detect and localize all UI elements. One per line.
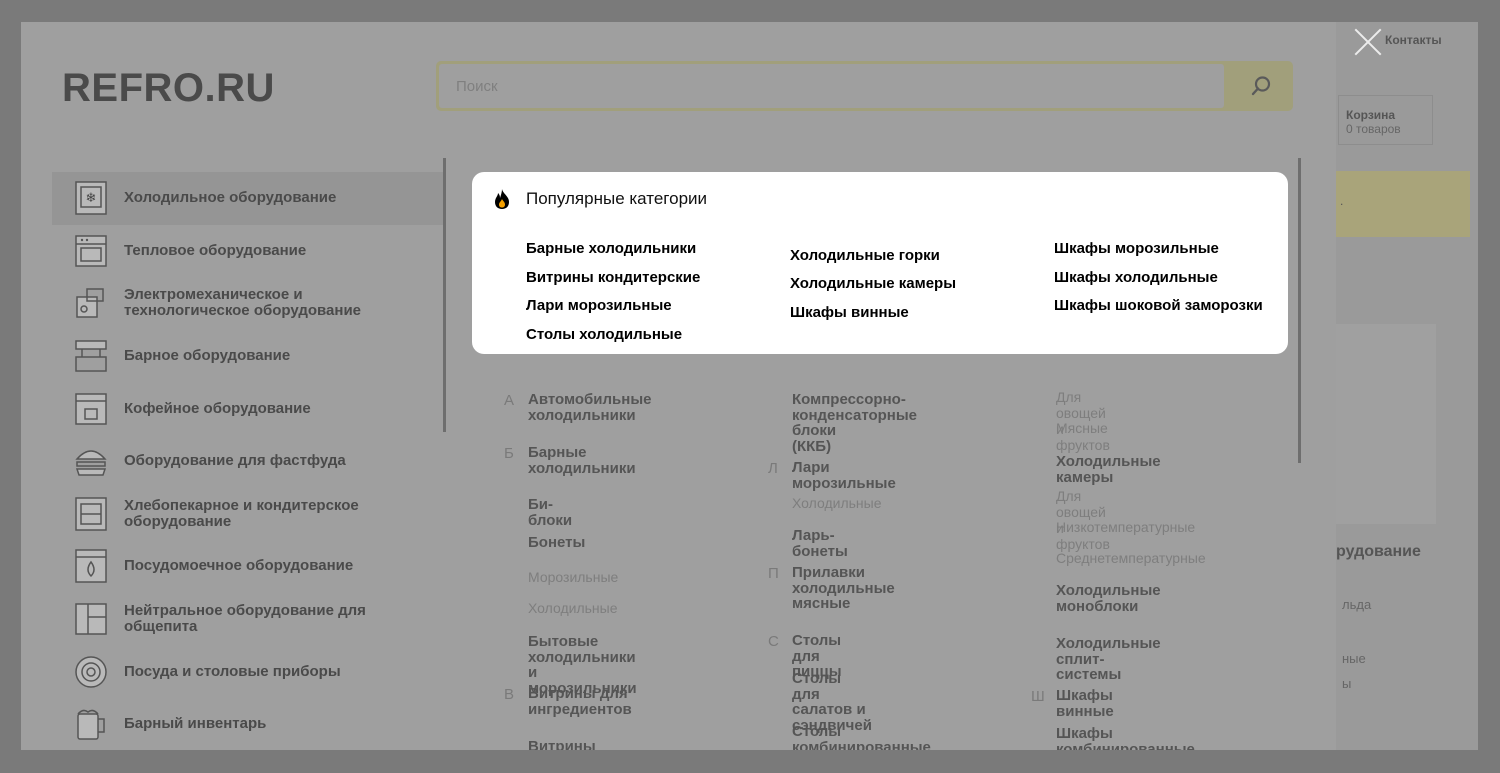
catalog-link[interactable]: Шкафы комбинированные (1056, 726, 1195, 750)
popular-category-link[interactable]: Холодильные горки (790, 247, 940, 264)
search-icon (1251, 76, 1271, 96)
sidebar-item-label: Барный инвентарь (124, 715, 267, 733)
catalog-link[interactable]: Барные холодильники (528, 445, 636, 476)
sidebar-item-label: Оборудование для фастфуда (124, 452, 346, 470)
banner-dot: . (1340, 194, 1344, 208)
popular-category-link[interactable]: Столы холодильные (526, 326, 682, 343)
catalog-link[interactable]: Би-блоки (528, 497, 572, 528)
site-logo[interactable]: REFRO.RU (62, 66, 275, 111)
background-product-card (1336, 324, 1436, 524)
background-link: льда (1342, 597, 1372, 612)
sidebar-item-label: Холодильное оборудование (124, 189, 337, 207)
sidebar-item-label: Барное оборудование (124, 347, 291, 365)
catalog-modal: REFRO.RU ❄ Холодильное оборудование (21, 22, 1336, 750)
sidebar-scrollbar[interactable] (443, 158, 446, 432)
sidebar-item-fastfood[interactable]: Оборудование для фастфуда (52, 435, 444, 488)
sidebar-item-tableware[interactable]: Посуда и столовые приборы (52, 645, 444, 698)
letter-index: А (504, 392, 515, 409)
background-link: ные (1342, 651, 1366, 666)
beer-mug-icon (77, 709, 105, 740)
close-modal-button[interactable] (1352, 26, 1384, 58)
sidebar-item-bakery[interactable]: Хлебопекарное и кондитерское оборудовани… (52, 488, 444, 541)
popular-category-link[interactable]: Витрины кондитерские (526, 269, 700, 286)
popular-category-link[interactable]: Барные холодильники (526, 240, 696, 257)
catalog-sublink[interactable]: Мясные (1056, 420, 1108, 436)
sidebar-item-label: Кофейное оборудование (124, 399, 311, 417)
catalog-link[interactable]: Автомобильные холодильники (528, 392, 651, 423)
dishwasher-icon (75, 549, 107, 584)
contacts-link[interactable]: Контакты (1385, 33, 1442, 47)
background-link: ы (1342, 676, 1352, 691)
catalog-link[interactable]: Бонеты (528, 535, 585, 551)
popular-category-link[interactable]: Шкафы винные (790, 304, 909, 321)
sidebar-item-bar-inventory[interactable]: Барный инвентарь (52, 698, 444, 750)
catalog-sublink[interactable]: Морозильные (528, 569, 618, 585)
oven-icon (75, 235, 107, 267)
search-input[interactable] (439, 64, 1224, 108)
catalog-link[interactable]: Витрины для ингредиентов (528, 686, 632, 717)
catalog-link[interactable]: Витрины кондитерские (528, 739, 631, 750)
popular-category-link[interactable]: Лари морозильные (526, 297, 672, 314)
bakery-oven-icon (75, 497, 107, 531)
search-button[interactable] (1236, 67, 1286, 105)
sidebar-item-electromechanical[interactable]: Электромеханическое и технологическое об… (52, 277, 444, 330)
sidebar-item-label: Электромеханическое и технологическое об… (124, 286, 362, 320)
catalog-link[interactable]: Столы комбинированные (792, 724, 931, 750)
sidebar-item-bar[interactable]: Барное оборудование (52, 330, 444, 383)
catalog-link[interactable]: Прилавки холодильные мясные (792, 565, 895, 612)
plate-icon (75, 655, 107, 688)
catalog-link[interactable]: Компрессорно- конденсаторные блоки (ККБ) (792, 392, 917, 454)
popular-category-link[interactable]: Холодильные камеры (790, 275, 956, 292)
burger-icon (75, 450, 107, 477)
category-sidebar: ❄ Холодильное оборудование Тепловое обор… (52, 172, 444, 750)
sidebar-item-label: Хлебопекарное и кондитерское оборудовани… (124, 496, 359, 530)
meat-grinder-icon (76, 288, 104, 319)
neutral-cabinet-icon (75, 603, 107, 635)
sidebar-item-label: Посуда и столовые приборы (124, 662, 341, 680)
cart-widget[interactable]: Корзина 0 товаров (1338, 95, 1433, 145)
catalog-link[interactable]: Холодильные камеры (1056, 454, 1161, 485)
fire-icon (495, 189, 509, 209)
popular-categories-title: Популярные категории (526, 189, 708, 208)
background-banner (1336, 171, 1470, 237)
catalog-sublink[interactable]: Холодильные (792, 495, 882, 511)
catalog-scrollbar[interactable] (1298, 158, 1301, 463)
catalog-link[interactable]: Холодильные сплит- системы (1056, 636, 1161, 683)
popular-category-link[interactable]: Шкафы шоковой заморозки (1054, 297, 1263, 314)
letter-index: Ш (1031, 688, 1045, 705)
search-bar (436, 61, 1293, 111)
sidebar-item-refrigeration[interactable]: ❄ Холодильное оборудование (52, 172, 444, 225)
catalog-link[interactable]: Холодильные моноблоки (1056, 583, 1161, 614)
background-section-heading: рудование (1336, 543, 1421, 560)
sidebar-item-dishwashing[interactable]: Посудомоечное оборудование (52, 540, 444, 593)
catalog-link[interactable]: Лари морозильные (792, 460, 896, 491)
catalog-sublink[interactable]: Низкотемпературные (1056, 519, 1195, 535)
sidebar-item-label: Нейтральное оборудование для общепита (124, 602, 366, 636)
catalog-link[interactable]: Ларь-бонеты (792, 528, 848, 559)
svg-text:❄: ❄ (86, 191, 97, 206)
sidebar-item-label: Посудомоечное оборудование (124, 557, 354, 575)
popular-categories-panel: Популярные категории Барные холодильники… (472, 172, 1288, 354)
sidebar-item-coffee[interactable]: Кофейное оборудование (52, 382, 444, 435)
cart-title: Корзина (1346, 108, 1396, 122)
letter-index: Л (768, 460, 778, 477)
catalog-sublink[interactable]: Холодильные (528, 600, 618, 616)
popular-category-link[interactable]: Шкафы холодильные (1054, 269, 1218, 286)
sidebar-item-neutral[interactable]: Нейтральное оборудование для общепита (52, 593, 444, 646)
sidebar-item-label: Тепловое оборудование (124, 241, 307, 259)
sidebar-item-thermal[interactable]: Тепловое оборудование (52, 225, 444, 278)
letter-index: С (768, 633, 779, 650)
coffee-machine-icon (75, 392, 107, 425)
letter-index: П (768, 565, 779, 582)
cart-count: 0 товаров (1346, 122, 1401, 136)
fridge-icon: ❄ (75, 181, 107, 216)
catalog-link[interactable]: Шкафы винные (1056, 688, 1114, 719)
bar-equipment-icon (75, 340, 107, 372)
letter-index: Б (504, 445, 514, 462)
letter-index: В (504, 686, 515, 703)
popular-category-link[interactable]: Шкафы морозильные (1054, 240, 1219, 257)
catalog-sublink[interactable]: Среднетемпературные (1056, 550, 1206, 566)
